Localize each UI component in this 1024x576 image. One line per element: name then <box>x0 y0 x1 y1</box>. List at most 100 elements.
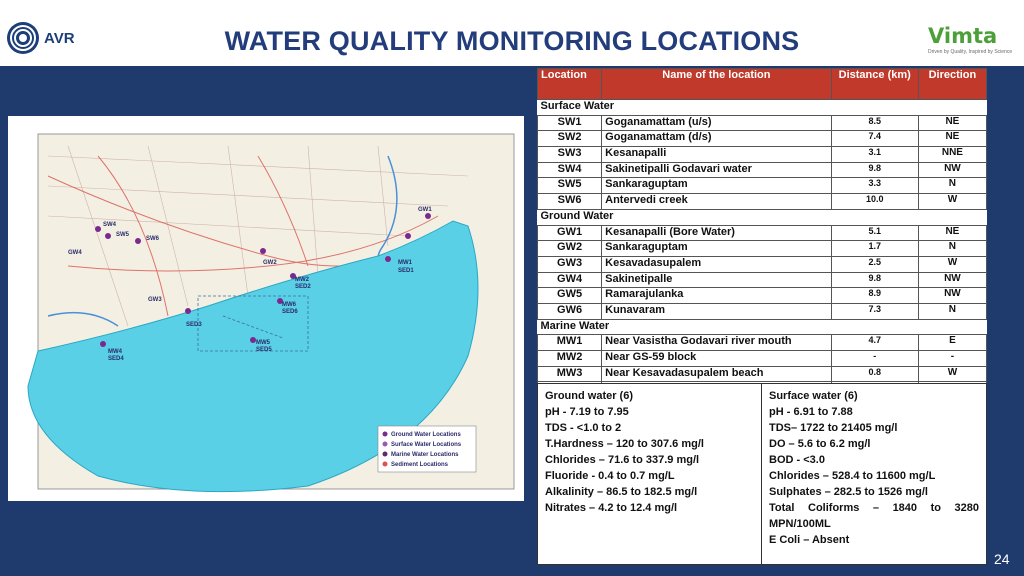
svg-text:SED2: SED2 <box>295 284 311 290</box>
cell-distance: 2.5 <box>830 255 919 273</box>
location-map: SW4 SW5 SW6 MW1 SED1 GW2 MW2 SED2 MW6 SE… <box>8 116 524 501</box>
cell-direction: NE <box>917 130 988 148</box>
cell-direction: NW <box>917 271 988 289</box>
cell-direction: N <box>917 302 988 320</box>
cell-distance: 0.8 <box>830 365 919 383</box>
cell-code: SW3 <box>536 146 603 163</box>
cell-code: MW3 <box>536 365 603 383</box>
vimta-tagline: Driven by Quality, Inspired by Science <box>928 49 1013 55</box>
svg-text:SED3: SED3 <box>186 322 202 328</box>
svg-text:SED1: SED1 <box>398 268 414 274</box>
cell-distance: 10.0 <box>830 193 919 210</box>
surface-water-param: pH - 6.91 to 7.88 <box>769 406 853 418</box>
cell-direction: NE <box>917 224 988 242</box>
legend-surface: Surface Water Locations <box>391 442 462 448</box>
cell-name: Ramarajulanka <box>601 287 832 304</box>
cell-code: GW5 <box>536 287 603 304</box>
cell-code: GW3 <box>536 255 603 273</box>
cell-name: Sankaraguptam <box>601 240 832 257</box>
table-row: SW3 Kesanapalli 3.1 NNE <box>536 146 988 163</box>
table-group-row: Surface Water <box>537 99 987 116</box>
cell-direction: N <box>917 177 988 195</box>
cell-name: Kesanapalli <box>601 146 832 163</box>
cell-name: Antervedi creek <box>601 193 832 210</box>
table-group-row: Ground Water <box>537 208 987 226</box>
cell-distance: 5.1 <box>830 224 919 242</box>
cell-direction: NE <box>917 114 988 132</box>
ground-water-summary: Ground water (6) pH - 7.19 to 7.95 TDS - … <box>538 384 762 564</box>
cell-distance: 3.3 <box>830 177 919 195</box>
cell-name: Near Vasistha Godavari river mouth <box>601 334 832 351</box>
svg-text:MW6: MW6 <box>282 302 297 308</box>
svg-text:GW2: GW2 <box>263 260 277 266</box>
table-row: GW4 Sakinetipalle 9.8 NW <box>536 271 988 289</box>
svg-text:SW6: SW6 <box>146 236 160 242</box>
ground-water-param: pH - 7.19 to 7.95 <box>545 406 629 418</box>
svg-text:MW5: MW5 <box>256 340 271 346</box>
cell-name: Sakinetipalli Godavari water <box>601 161 832 179</box>
surface-water-param: BOD - <3.0 <box>769 454 825 466</box>
cell-code: GW1 <box>536 224 603 242</box>
cell-direction: NW <box>917 287 988 304</box>
table-row: SW2 Goganamattam (d/s) 7.4 NE <box>536 130 988 148</box>
svg-text:SED6: SED6 <box>282 309 298 315</box>
vimta-logo-text: Vimta <box>928 24 998 48</box>
cell-direction: N <box>917 240 988 257</box>
cell-direction: NW <box>917 161 988 179</box>
cell-distance: 7.3 <box>830 302 919 320</box>
col-name: Name of the location <box>601 68 832 100</box>
surface-water-param: E Coli – Absent <box>769 534 850 546</box>
cell-name: Kesanapalli (Bore Water) <box>601 224 832 242</box>
cell-code: SW5 <box>536 177 603 195</box>
cell-code: GW4 <box>536 271 603 289</box>
svg-text:MW1: MW1 <box>398 260 413 266</box>
legend-sediment: Sediment Locations <box>391 462 449 468</box>
cell-direction: NNE <box>917 146 988 163</box>
cell-distance: 1.7 <box>830 240 919 257</box>
surface-water-param: Total Coliforms – 1840 to 3280 MPN/100ML <box>769 502 979 530</box>
cell-distance: 8.9 <box>830 287 919 304</box>
cell-direction: E <box>917 334 988 351</box>
cell-name: Goganamattam (u/s) <box>601 114 832 132</box>
table-row: MW1 Near Vasistha Godavari river mouth 4.7… <box>536 334 988 351</box>
ground-water-param: Fluoride - 0.4 to 0.7 mg/L <box>545 470 675 482</box>
cell-name: Goganamattam (d/s) <box>601 130 832 148</box>
group-label: Surface Water <box>537 99 987 116</box>
cell-name: Sakinetipalle <box>601 271 832 289</box>
slide-header: AVR WATER QUALITY MONITORING LOCATIONS V… <box>0 0 1024 66</box>
cell-name: Near GS-59 block <box>601 350 832 367</box>
cell-distance: 4.7 <box>830 334 919 351</box>
svg-text:SW5: SW5 <box>116 232 130 238</box>
legend-marine: Marine Water Locations <box>391 452 459 458</box>
cell-distance: 3.1 <box>830 146 919 163</box>
cell-direction: - <box>917 350 988 367</box>
svg-text:SED5: SED5 <box>256 347 272 353</box>
svg-text:GW1: GW1 <box>418 207 432 213</box>
table-row: GW1 Kesanapalli (Bore Water) 5.1 NE <box>536 224 988 242</box>
table-row: SW6 Antervedi creek 10.0 W <box>536 193 988 210</box>
cell-distance: 8.5 <box>830 114 919 132</box>
cell-name: Sankaraguptam <box>601 177 832 195</box>
table-body: Surface Water SW1 Goganamattam (u/s) 8.5 NE S… <box>536 99 988 430</box>
map-image: SW4 SW5 SW6 MW1 SED1 GW2 MW2 SED2 MW6 SE… <box>8 116 524 501</box>
table-row: MW2 Near GS-59 block - - <box>536 350 988 367</box>
ground-water-param: Alkalinity – 86.5 to 182.5 mg/l <box>545 486 698 498</box>
cell-code: MW2 <box>536 350 603 367</box>
surface-water-summary: Surface water (6) pH - 6.91 to 7.88 TDS– … <box>762 384 986 564</box>
cell-direction: W <box>917 193 988 210</box>
table-row: SW1 Goganamattam (u/s) 8.5 NE <box>536 114 988 132</box>
table-header-row: Location Name of the location Distance (… <box>536 68 988 100</box>
group-label: Ground Water <box>537 208 987 226</box>
surface-water-param: Chlorides – 528.4 to 11600 mg/L <box>769 470 936 482</box>
cell-distance: 9.8 <box>830 271 919 289</box>
cell-code: SW1 <box>536 114 603 132</box>
table-row: GW2 Sankaraguptam 1.7 N <box>536 240 988 257</box>
surface-water-param: Sulphates – 282.5 to 1526 mg/l <box>769 486 928 498</box>
cell-direction: W <box>917 365 988 383</box>
svg-text:GW3: GW3 <box>148 297 162 303</box>
cell-code: GW6 <box>536 302 603 320</box>
surface-water-title: Surface water (6) <box>769 390 858 402</box>
cell-distance: 9.8 <box>830 161 919 179</box>
cell-distance: - <box>830 350 919 367</box>
table-row: MW3 Near Kesavadasupalem beach 0.8 W <box>536 365 988 383</box>
